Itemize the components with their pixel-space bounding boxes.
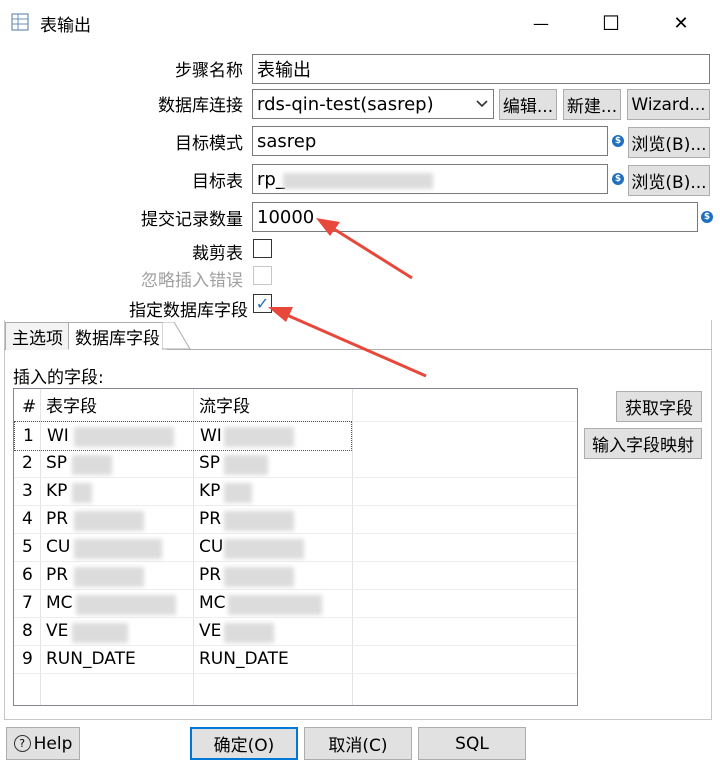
annotation-arrow-specify-fields bbox=[268, 307, 427, 378]
annotation-arrow-commit-size bbox=[316, 218, 413, 280]
annotation-arrows bbox=[268, 218, 427, 378]
